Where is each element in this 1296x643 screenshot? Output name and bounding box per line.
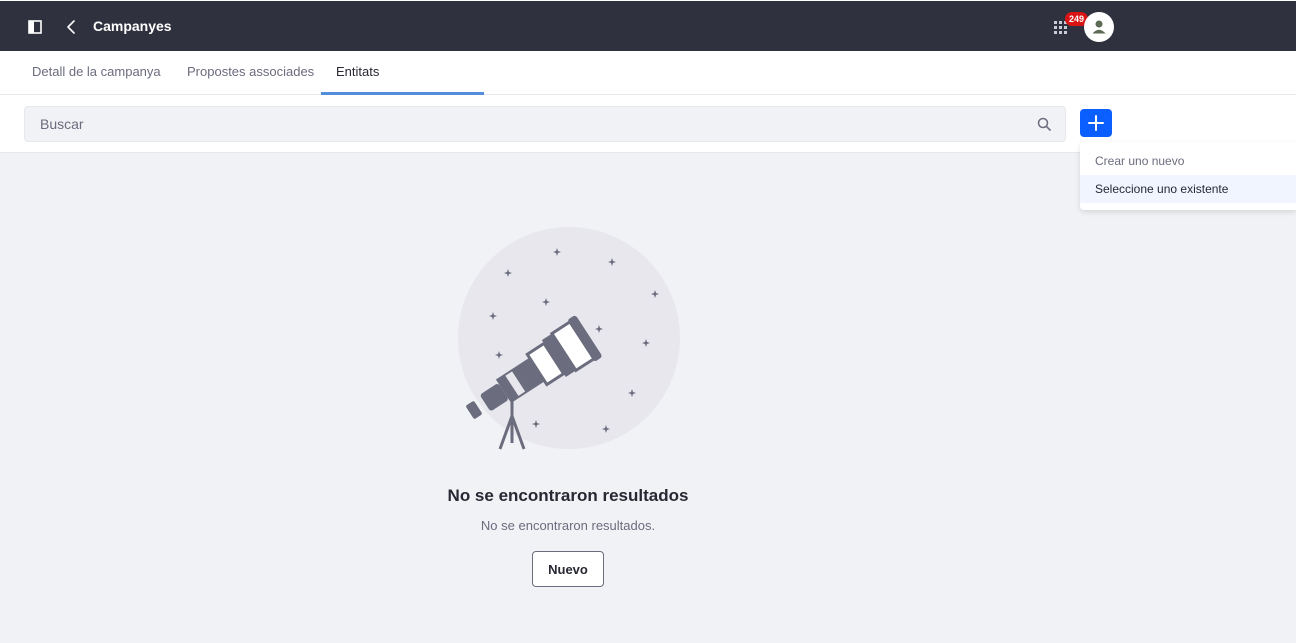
plus-icon	[1088, 115, 1104, 131]
search-icon[interactable]	[1037, 117, 1051, 131]
search-input[interactable]	[25, 107, 1025, 141]
top-header: Campanyes 249	[0, 0, 1296, 51]
empty-state-title: No se encontraron resultados	[447, 486, 689, 505]
tab-bar: Detall de la campanya Propostes associad…	[0, 51, 1296, 121]
user-icon	[1092, 20, 1106, 34]
back-chevron-icon[interactable]	[63, 18, 81, 36]
page-title: Campanyes	[93, 18, 172, 34]
tab-propostes-associades[interactable]: Propostes associades	[172, 51, 329, 95]
empty-state-description: No se encontraron resultados.	[480, 518, 656, 533]
add-button[interactable]	[1080, 109, 1112, 137]
tab-entitats-collaboradores[interactable]: Entitats col·laboradores	[321, 51, 484, 121]
add-dropdown-menu: Crear uno nuevo Seleccione uno existente	[1080, 142, 1296, 210]
menu-item-seleccione-existente[interactable]: Seleccione uno existente	[1080, 175, 1296, 203]
menu-item-crear-nuevo[interactable]: Crear uno nuevo	[1080, 147, 1296, 175]
user-avatar[interactable]	[1084, 12, 1114, 42]
telescope-illustration	[458, 227, 680, 450]
sidebar-toggle-icon[interactable]	[28, 20, 42, 34]
search-box	[24, 106, 1066, 142]
new-button[interactable]: Nuevo	[532, 551, 604, 587]
tab-detall-campanya[interactable]: Detall de la campanya	[17, 51, 176, 95]
